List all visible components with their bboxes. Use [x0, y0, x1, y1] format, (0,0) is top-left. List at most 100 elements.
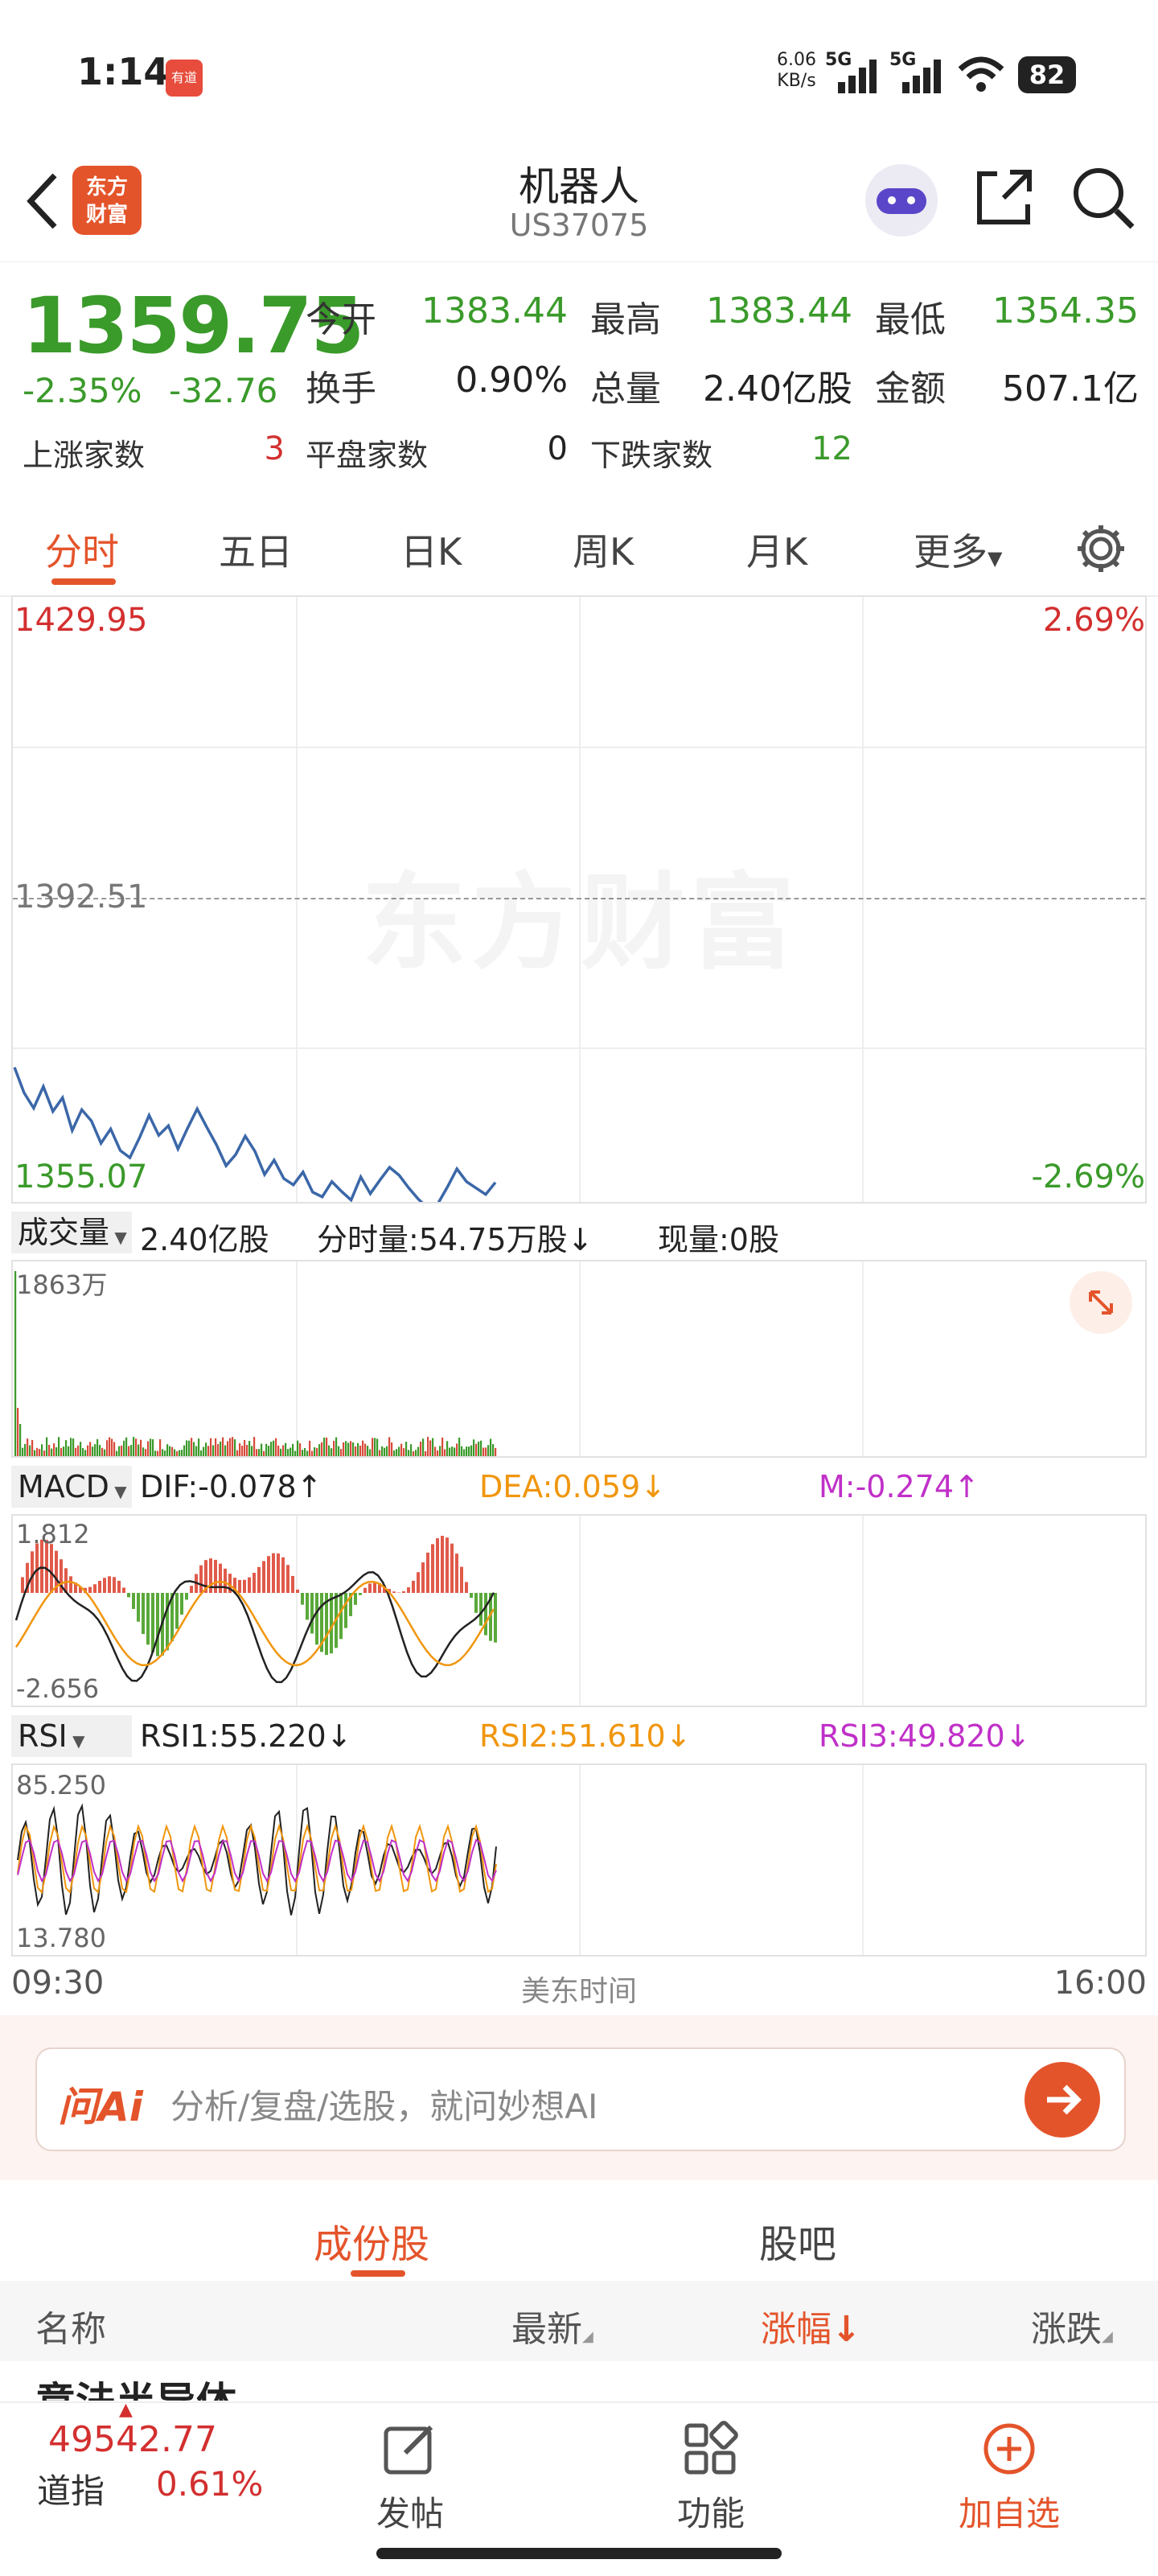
ai-submit-button[interactable]: [1025, 2062, 1100, 2138]
volume-bar: [359, 1446, 361, 1456]
rsi-min-label: 13.780: [16, 1923, 106, 1953]
macd-bar: [122, 1587, 125, 1593]
volume-bar: [220, 1442, 221, 1456]
volume-bar: [316, 1448, 318, 1456]
tab-components[interactable]: 成份股: [314, 2212, 429, 2269]
macd-bar: [219, 1564, 222, 1593]
price-min-label: 1355.07: [14, 1158, 147, 1195]
macd-bar: [431, 1544, 434, 1593]
down-arrow-icon: ↓: [326, 1718, 352, 1754]
tab-daily-k[interactable]: 日K: [400, 523, 462, 576]
volume-bar: [439, 1446, 441, 1456]
volume-bar: [159, 1439, 161, 1456]
col-change-pct[interactable]: 涨幅↓: [761, 2300, 861, 2352]
price-panel[interactable]: 东方财富 1429.95 2.69% 1392.51 1355.07 -2.69…: [11, 595, 1147, 1204]
volume-bar: [234, 1439, 236, 1456]
macd-bar: [180, 1593, 183, 1615]
down-arrow-icon: ↓: [568, 1222, 593, 1257]
ai-search-input[interactable]: 问Ai 分析/复盘/选股，就问妙想AI: [35, 2047, 1126, 2151]
ai-logo: 问Ai: [58, 2075, 143, 2133]
add-watchlist-button[interactable]: 加自选: [941, 2403, 1078, 2576]
volume-bar: [434, 1446, 436, 1456]
volume-bar: [205, 1442, 207, 1456]
volume-bar: [207, 1446, 209, 1456]
volume-bar: [369, 1449, 371, 1456]
ai-robot-avatar[interactable]: [865, 164, 938, 237]
volume-bar: [475, 1444, 477, 1456]
volume-bar: [413, 1451, 414, 1456]
volume-bar: [318, 1444, 320, 1456]
col-change[interactable]: 涨跌◢: [1031, 2300, 1113, 2352]
volume-panel[interactable]: 1863万: [11, 1260, 1147, 1458]
list-item[interactable]: 意法半导体: [35, 2368, 1129, 2401]
open-value: 1383.44: [418, 290, 568, 331]
volume-bar: [429, 1440, 431, 1456]
volume-bar: [326, 1438, 327, 1456]
volume-bar: [277, 1446, 279, 1456]
plus-circle-icon: [981, 2421, 1037, 2477]
volume-bar: [246, 1445, 248, 1456]
volume-bar: [261, 1444, 262, 1456]
tab-five-day[interactable]: 五日: [219, 523, 293, 576]
app-badge-icon: 有道: [166, 60, 203, 97]
volume-bar: [393, 1451, 395, 1456]
up-count: 3: [233, 430, 285, 467]
tab-more[interactable]: 更多▼: [914, 523, 1002, 576]
expand-icon[interactable]: [1070, 1271, 1132, 1334]
tab-monthly-k[interactable]: 月K: [746, 523, 807, 576]
volume-bar: [138, 1445, 139, 1456]
search-icon[interactable]: [1070, 164, 1137, 232]
volume-bar: [463, 1449, 465, 1456]
share-icon[interactable]: [971, 166, 1036, 230]
macd-panel[interactable]: 1.812 -2.656: [11, 1514, 1147, 1707]
rsi3-value: RSI3:49.820: [819, 1718, 1005, 1754]
volume-bar: [405, 1442, 407, 1456]
macd-bar: [301, 1593, 304, 1605]
rsi-indicator-select[interactable]: RSI ▼: [11, 1715, 132, 1757]
volume-bar: [186, 1440, 187, 1456]
volume-bar: [142, 1447, 144, 1456]
macd-bar: [286, 1565, 290, 1593]
macd-bar: [50, 1544, 53, 1593]
signal-bars-icon: [836, 56, 885, 93]
volume-bar: [432, 1438, 433, 1456]
volume-bar: [251, 1446, 253, 1456]
tab-intraday[interactable]: 分时: [45, 523, 119, 576]
macd-indicator-select[interactable]: MACD ▼: [11, 1466, 132, 1508]
volume-bar: [70, 1438, 72, 1456]
volume-bar: [169, 1446, 170, 1456]
volume-bar: [495, 1448, 496, 1456]
settings-gear-icon[interactable]: [1074, 522, 1127, 575]
macd-bar: [450, 1544, 454, 1593]
up-arrow-icon: ↑: [954, 1469, 979, 1504]
volume-bar: [133, 1437, 134, 1456]
chart-tabs: 分时 五日 日K 周K 月K 更多▼: [0, 495, 1158, 597]
volume-bar: [152, 1439, 154, 1456]
volume-bar: [222, 1438, 224, 1456]
rsi-max-label: 85.250: [16, 1770, 106, 1800]
volume-bar: [123, 1441, 125, 1456]
volume-bar: [39, 1449, 40, 1456]
macd-bar: [93, 1584, 96, 1593]
macd-bar: [224, 1569, 227, 1593]
minute-volume: 分时量:54.75万股↓: [317, 1215, 593, 1259]
minute-volume-value: 分时量:54.75万股: [317, 1222, 568, 1257]
macd-bar: [310, 1593, 314, 1634]
volume-bar: [130, 1445, 132, 1456]
post-label: 发帖: [376, 2487, 444, 2536]
volume-bar: [449, 1448, 450, 1456]
col-latest[interactable]: 最新◢: [511, 2300, 593, 2352]
volume-bar: [150, 1438, 151, 1456]
time-end-label: 16:00: [1054, 1965, 1147, 2002]
active-tab-indicator: [51, 578, 116, 585]
volume-indicator-select[interactable]: 成交量 ▼: [11, 1212, 132, 1253]
volume-bar: [311, 1451, 313, 1456]
volume-bar: [239, 1443, 240, 1456]
tab-forum[interactable]: 股吧: [759, 2212, 836, 2269]
macd-bar: [142, 1593, 145, 1634]
tab-weekly-k[interactable]: 周K: [573, 523, 634, 576]
rsi-panel[interactable]: 85.250 13.780: [11, 1763, 1147, 1957]
volume-bar: [357, 1443, 359, 1456]
index-ticker[interactable]: ▲ 49542.77 道指 0.61%: [0, 2403, 298, 2576]
macd-bar: [426, 1553, 429, 1593]
